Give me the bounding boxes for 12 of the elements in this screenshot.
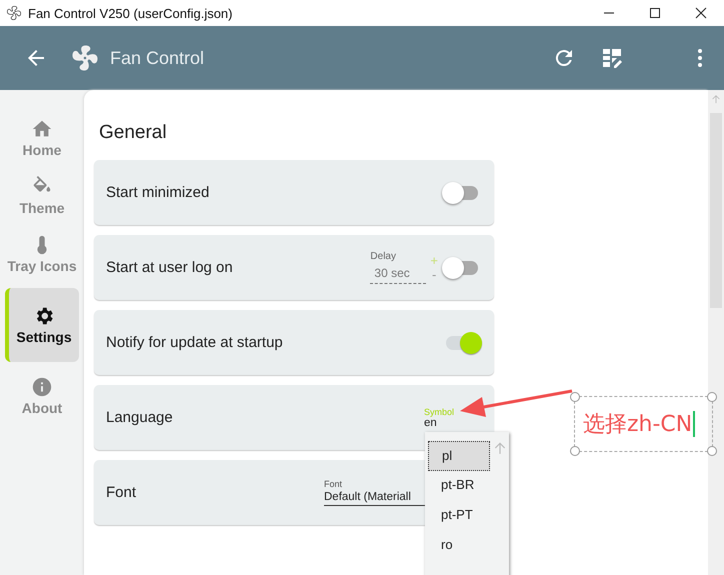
annotation-text: 选择zh-CN bbox=[583, 411, 692, 439]
setting-label: Start minimized bbox=[106, 184, 210, 201]
section-title: General bbox=[99, 122, 168, 144]
setting-label: Notify for update at startup bbox=[106, 334, 284, 351]
dropdown-label: Symbol bbox=[424, 406, 454, 416]
setting-label: Language bbox=[106, 409, 174, 426]
setting-label: Font bbox=[106, 484, 138, 501]
window-title: Fan Control V250 (userConfig.json) bbox=[28, 6, 232, 20]
delay-label: Delay bbox=[370, 251, 397, 262]
dropdown-label: Font bbox=[324, 479, 342, 489]
app-title: Fan Control bbox=[110, 48, 204, 68]
setting-label: Start at user log on bbox=[106, 259, 234, 276]
